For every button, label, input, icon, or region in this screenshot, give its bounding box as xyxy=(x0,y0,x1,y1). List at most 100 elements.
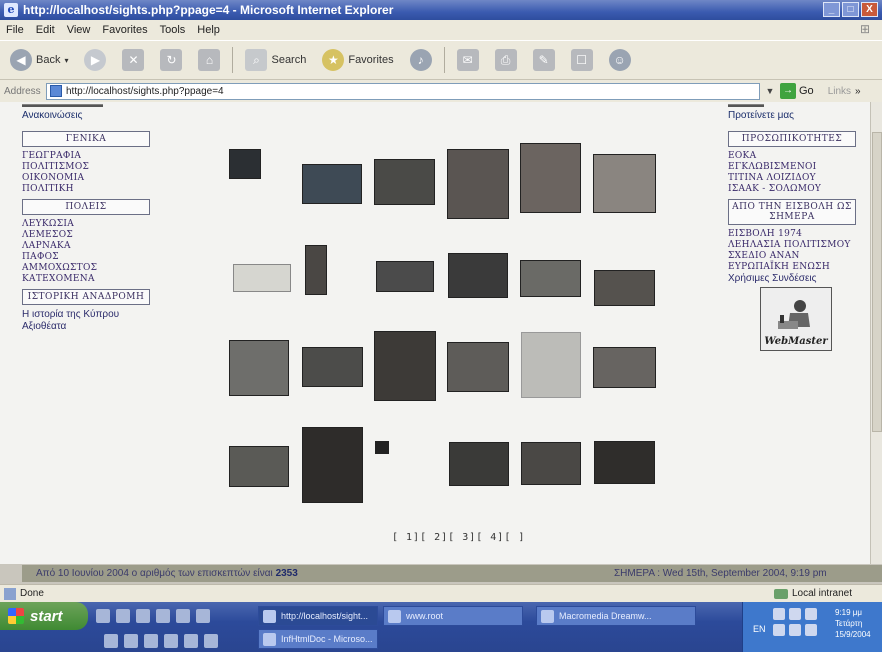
nav-link-enclaved[interactable]: ΕΓΚΛΩΒΙΣΜΕΝΟΙ xyxy=(728,162,863,173)
sight-thumbnail[interactable] xyxy=(448,253,508,298)
sight-thumbnail[interactable] xyxy=(302,347,363,387)
quick-launch-icon[interactable] xyxy=(124,634,138,648)
nav-link-politics[interactable]: ΠΟΛΙΤΙΚΗ xyxy=(22,184,162,195)
go-button[interactable]: → Go xyxy=(780,83,814,99)
back-dropdown-icon[interactable]: ▾ xyxy=(64,56,68,65)
gallery-pagination[interactable]: [ 1][ 2][ 3][ 4][ ] xyxy=(392,532,525,543)
quick-launch-icon[interactable] xyxy=(116,609,130,623)
tray-icon[interactable] xyxy=(789,608,801,620)
stop-button[interactable]: ✕ xyxy=(118,46,148,74)
nav-link-nicosia[interactable]: ΛΕΥΚΩΣΙΑ xyxy=(22,219,162,230)
task-ie-sights[interactable]: http://localhost/sight... xyxy=(258,606,378,626)
sight-thumbnail[interactable] xyxy=(520,260,581,297)
sight-thumbnail[interactable] xyxy=(376,261,434,292)
links-button[interactable]: Links xyxy=(828,86,851,97)
menu-edit[interactable]: Edit xyxy=(36,24,55,36)
sight-thumbnail[interactable] xyxy=(229,340,289,396)
sight-thumbnail[interactable] xyxy=(233,264,291,292)
tray-icon[interactable] xyxy=(773,624,785,636)
sight-thumbnail[interactable] xyxy=(593,347,656,388)
back-button[interactable]: ◀ Back ▾ xyxy=(6,46,72,74)
nav-link-famagusta[interactable]: ΑΜΜΟΧΩΣΤΟΣ xyxy=(22,263,162,274)
sight-thumbnail[interactable] xyxy=(520,143,581,213)
sight-thumbnail[interactable] xyxy=(229,149,261,179)
tray-clock[interactable]: 9:19 μμ Τετάρτη 15/9/2004 xyxy=(835,607,871,640)
menu-favorites[interactable]: Favorites xyxy=(102,24,147,36)
tray-icon[interactable] xyxy=(805,624,817,636)
mail-button[interactable]: ✉ xyxy=(453,46,483,74)
vertical-scrollbar[interactable] xyxy=(870,102,882,564)
nav-link-geography[interactable]: ΓΕΩΓΡΑΦΙΑ xyxy=(22,151,162,162)
nav-link-history[interactable]: Η ιστορία της Κύπρου xyxy=(22,309,162,321)
nav-link-economy[interactable]: ΟΙΚΟΝΟΜΙΑ xyxy=(22,173,162,184)
sight-thumbnail[interactable] xyxy=(375,441,389,454)
tray-icon[interactable] xyxy=(773,608,785,620)
suggest-link[interactable]: Προτείνετε μας xyxy=(728,110,863,121)
sight-thumbnail[interactable] xyxy=(305,245,327,295)
sight-thumbnail[interactable] xyxy=(302,427,363,503)
sight-thumbnail[interactable] xyxy=(302,164,362,204)
webmaster-badge[interactable]: WebMaster xyxy=(760,287,832,351)
home-button[interactable]: ⌂ xyxy=(194,46,224,74)
quick-launch-icon[interactable] xyxy=(104,634,118,648)
tray-icon[interactable] xyxy=(789,624,801,636)
menu-help[interactable]: Help xyxy=(197,24,220,36)
scrollbar-thumb[interactable] xyxy=(872,132,882,432)
close-button[interactable]: X xyxy=(861,2,878,17)
messenger-button[interactable]: ☺ xyxy=(605,46,635,74)
quick-launch-icon[interactable] xyxy=(144,634,158,648)
nav-link-useful-links[interactable]: Χρήσιμες Συνδέσεις xyxy=(728,273,863,285)
nav-link-invasion[interactable]: ΕΙΣΒΟΛΗ 1974 xyxy=(728,229,863,240)
sight-thumbnail[interactable] xyxy=(521,442,581,485)
sight-thumbnail[interactable] xyxy=(594,270,655,306)
sight-thumbnail[interactable] xyxy=(447,149,509,219)
maximize-button[interactable]: □ xyxy=(842,2,859,17)
favorites-button[interactable]: ★ Favorites xyxy=(318,46,397,74)
quick-launch-icon[interactable] xyxy=(176,609,190,623)
sight-thumbnail[interactable] xyxy=(229,446,289,487)
nav-link-paphos[interactable]: ΠΑΦΟΣ xyxy=(22,252,162,263)
nav-link-isaak-solomou[interactable]: ΙΣΑΑΚ - ΣΟΛΩΜΟΥ xyxy=(728,184,863,195)
sight-thumbnail[interactable] xyxy=(594,441,655,484)
nav-link-culture[interactable]: ΠΟΛΙΤΙΣΜΟΣ xyxy=(22,162,162,173)
nav-link-titina[interactable]: ΤΙΤΙΝΑ ΛΟΙΖΙΔΟΥ xyxy=(728,173,863,184)
announcements-link[interactable]: Ανακοινώσεις xyxy=(22,110,162,121)
nav-link-larnaca[interactable]: ΛΑΡΝΑΚΑ xyxy=(22,241,162,252)
discuss-button[interactable]: ☐ xyxy=(567,46,597,74)
quick-launch-icon[interactable] xyxy=(204,634,218,648)
quick-launch-icon[interactable] xyxy=(96,609,110,623)
address-input[interactable]: http://localhost/sights.php?ppage=4 xyxy=(46,82,760,100)
menu-view[interactable]: View xyxy=(67,24,91,36)
links-chevron-icon[interactable]: » xyxy=(855,86,861,97)
search-button[interactable]: ⌕ Search xyxy=(241,46,310,74)
nav-link-looting[interactable]: ΛΕΗΛΑΣΙΑ ΠΟΛΙΤΙΣΜΟΥ xyxy=(728,240,863,251)
task-www-root[interactable]: www.root xyxy=(383,606,523,626)
menu-tools[interactable]: Tools xyxy=(160,24,186,36)
sight-thumbnail[interactable] xyxy=(449,442,509,486)
sight-thumbnail[interactable] xyxy=(374,331,436,401)
nav-link-eoka[interactable]: ΕΟΚΑ xyxy=(728,151,863,162)
sight-thumbnail[interactable] xyxy=(447,342,509,392)
quick-launch-icon[interactable] xyxy=(196,609,210,623)
nav-link-annan[interactable]: ΣΧΕΔΙΟ ΑΝΑΝ xyxy=(728,251,863,262)
window-titlebar[interactable]: e http://localhost/sights.php?ppage=4 - … xyxy=(0,0,882,20)
quick-launch-icon[interactable] xyxy=(136,609,150,623)
minimize-button[interactable]: _ xyxy=(823,2,840,17)
menu-file[interactable]: File xyxy=(6,24,24,36)
edit-button[interactable]: ✎ xyxy=(529,46,559,74)
nav-link-limassol[interactable]: ΛΕΜΕΣΟΣ xyxy=(22,230,162,241)
task-infhtmldoc[interactable]: InfHtmlDoc - Microso... xyxy=(258,629,378,649)
language-indicator[interactable]: EN xyxy=(753,624,766,634)
tray-icon[interactable] xyxy=(805,608,817,620)
sight-thumbnail[interactable] xyxy=(593,154,656,213)
start-button[interactable]: start xyxy=(0,602,88,630)
refresh-button[interactable]: ↻ xyxy=(156,46,186,74)
sight-thumbnail[interactable] xyxy=(374,159,435,205)
print-button[interactable]: ⎙ xyxy=(491,46,521,74)
forward-button[interactable]: ▶ xyxy=(80,46,110,74)
quick-launch-icon[interactable] xyxy=(184,634,198,648)
quick-launch-icon[interactable] xyxy=(156,609,170,623)
task-dreamweaver[interactable]: Macromedia Dreamw... xyxy=(536,606,696,626)
address-dropdown-icon[interactable]: ▼ xyxy=(764,86,776,96)
quick-launch-icon[interactable] xyxy=(164,634,178,648)
